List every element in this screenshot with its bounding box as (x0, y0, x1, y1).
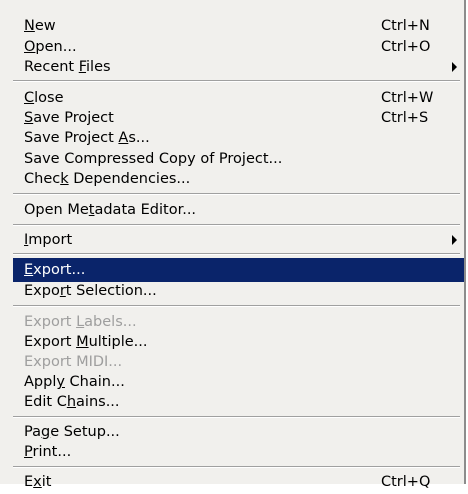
menu-item-open-label: Open... (24, 39, 77, 55)
menu-item-edit-chains-label: Edit Chains... (24, 394, 120, 410)
menu-item-check-dependencies-label: Check Dependencies... (24, 171, 191, 187)
shortcut-exit: Ctrl+Q (381, 474, 431, 490)
menu-item-recent-files[interactable]: Recent Files (24, 55, 464, 79)
menu-item-check-dependencies[interactable]: Check Dependencies... (24, 167, 464, 191)
menu-item-print[interactable]: Print... (24, 440, 464, 464)
submenu-arrow-icon (452, 62, 457, 72)
menu-item-import[interactable]: Import (24, 228, 464, 252)
menu-item-page-setup-label: Page Setup... (24, 424, 120, 440)
file-menu: New Ctrl+N Open... Ctrl+O Recent Files C… (0, 0, 466, 490)
menu-item-save-project-label: Save Project (24, 110, 114, 126)
menu-item-exit-label: Exit (24, 474, 52, 490)
menu-separator (13, 253, 460, 255)
menu-item-recent-files-label: Recent Files (24, 59, 111, 75)
menu-item-apply-chain-label: Apply Chain... (24, 374, 125, 390)
menu-item-edit-chains[interactable]: Edit Chains... (24, 390, 464, 414)
menu-item-exit[interactable]: Exit Ctrl+Q (24, 470, 464, 494)
menu-separator (13, 305, 460, 307)
menu-item-save-compressed-copy-label: Save Compressed Copy of Project... (24, 151, 283, 167)
menu-item-close-label: Close (24, 90, 64, 106)
menu-item-new-label: New (24, 18, 56, 34)
menu-separator (13, 224, 460, 226)
menu-separator (13, 80, 460, 82)
menu-separator (13, 416, 460, 418)
menu-item-export-labels-label: Export Labels... (24, 314, 137, 330)
menu-item-export-midi-label: Export MIDI... (24, 354, 123, 370)
menu-item-export-multiple-label: Export Multiple... (24, 334, 148, 350)
menu-separator (13, 466, 460, 468)
submenu-arrow-icon (452, 235, 457, 245)
menu-item-export-selection[interactable]: Export Selection... (24, 279, 464, 303)
menu-item-open-metadata-editor[interactable]: Open Metadata Editor... (24, 198, 464, 222)
menu-item-save-project-as-label: Save Project As... (24, 130, 150, 146)
menu-item-import-label: Import (24, 232, 73, 248)
menu-item-export-label: Export... (24, 262, 86, 278)
menu-item-export-selection-label: Export Selection... (24, 283, 157, 299)
menu-item-print-label: Print... (24, 444, 72, 460)
menu-item-open-metadata-editor-label: Open Metadata Editor... (24, 202, 197, 218)
menu-separator (13, 193, 460, 195)
